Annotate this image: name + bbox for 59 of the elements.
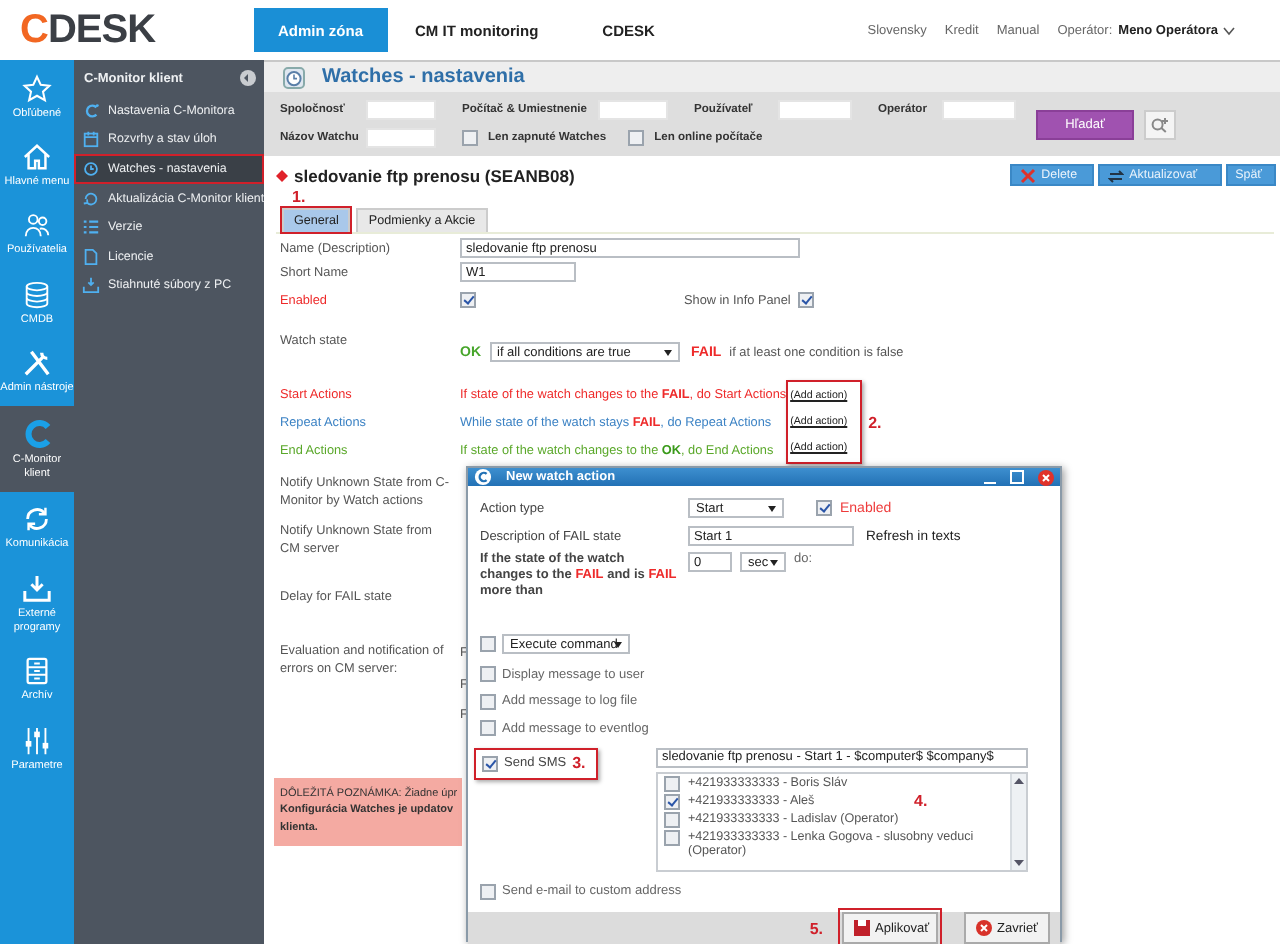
- step-number: 3.: [572, 754, 586, 773]
- calendar-icon: [82, 130, 100, 149]
- watch-icon: [82, 159, 100, 178]
- maximize-icon[interactable]: [1010, 470, 1024, 484]
- chevron-down-icon[interactable]: [1222, 25, 1236, 35]
- save-icon: [853, 920, 869, 937]
- checkbox[interactable]: [798, 292, 815, 308]
- list-icon: [82, 218, 100, 237]
- checkbox[interactable]: [628, 130, 645, 146]
- step-number: 4.: [914, 791, 928, 810]
- close-icon: [975, 920, 991, 937]
- refresh-icon: [82, 189, 100, 208]
- sync-icon: [1107, 167, 1124, 183]
- download-icon: [82, 276, 100, 295]
- database-icon: [22, 279, 52, 310]
- step-number: 2.: [868, 413, 884, 431]
- search-options-button[interactable]: [1144, 109, 1176, 139]
- tools-icon: [22, 348, 52, 379]
- logo: CDESK: [18, 7, 158, 53]
- download-icon: [22, 574, 52, 605]
- checkbox[interactable]: [460, 292, 476, 308]
- archive-icon: [22, 655, 52, 686]
- diamond-icon: [276, 169, 288, 181]
- close-icon: [1019, 167, 1036, 183]
- filter-field[interactable]: [366, 100, 436, 120]
- c-logo-icon: [21, 418, 53, 451]
- checkbox[interactable]: [664, 811, 680, 828]
- home-icon: [22, 142, 52, 173]
- filter-field[interactable]: [778, 100, 852, 120]
- sliders-icon: [22, 726, 52, 757]
- checkbox[interactable]: [816, 500, 832, 516]
- checkbox[interactable]: [480, 720, 496, 737]
- page-title: Watches - nastavenia: [322, 66, 525, 88]
- checkbox[interactable]: [664, 793, 680, 810]
- document-icon: [82, 247, 100, 266]
- caret-down-icon[interactable]: [1014, 859, 1024, 866]
- checkbox[interactable]: [462, 130, 478, 146]
- checkbox[interactable]: [664, 775, 680, 792]
- caret-up-icon[interactable]: [1014, 777, 1024, 784]
- checkbox[interactable]: [480, 636, 496, 653]
- filter-field[interactable]: [942, 100, 1016, 120]
- search-icon: [1150, 115, 1170, 133]
- close-icon[interactable]: [1038, 469, 1054, 485]
- users-icon: [22, 210, 52, 241]
- checkbox[interactable]: [482, 755, 498, 772]
- watch-name: sledovanie ftp prenosu (SEANB08): [294, 165, 577, 185]
- c-logo-icon: [82, 101, 100, 120]
- checkbox[interactable]: [480, 883, 496, 900]
- filter-field[interactable]: [598, 100, 668, 120]
- filter-field[interactable]: [366, 128, 436, 148]
- star-icon: [22, 74, 52, 105]
- sync-icon: [22, 504, 52, 535]
- checkbox[interactable]: [480, 666, 496, 683]
- checkbox[interactable]: [480, 693, 496, 710]
- checkbox[interactable]: [664, 829, 680, 846]
- step-number: 5.: [809, 919, 823, 938]
- step-number: 1.: [292, 188, 308, 208]
- clock-icon: [282, 65, 306, 89]
- collapse-button[interactable]: [240, 70, 256, 86]
